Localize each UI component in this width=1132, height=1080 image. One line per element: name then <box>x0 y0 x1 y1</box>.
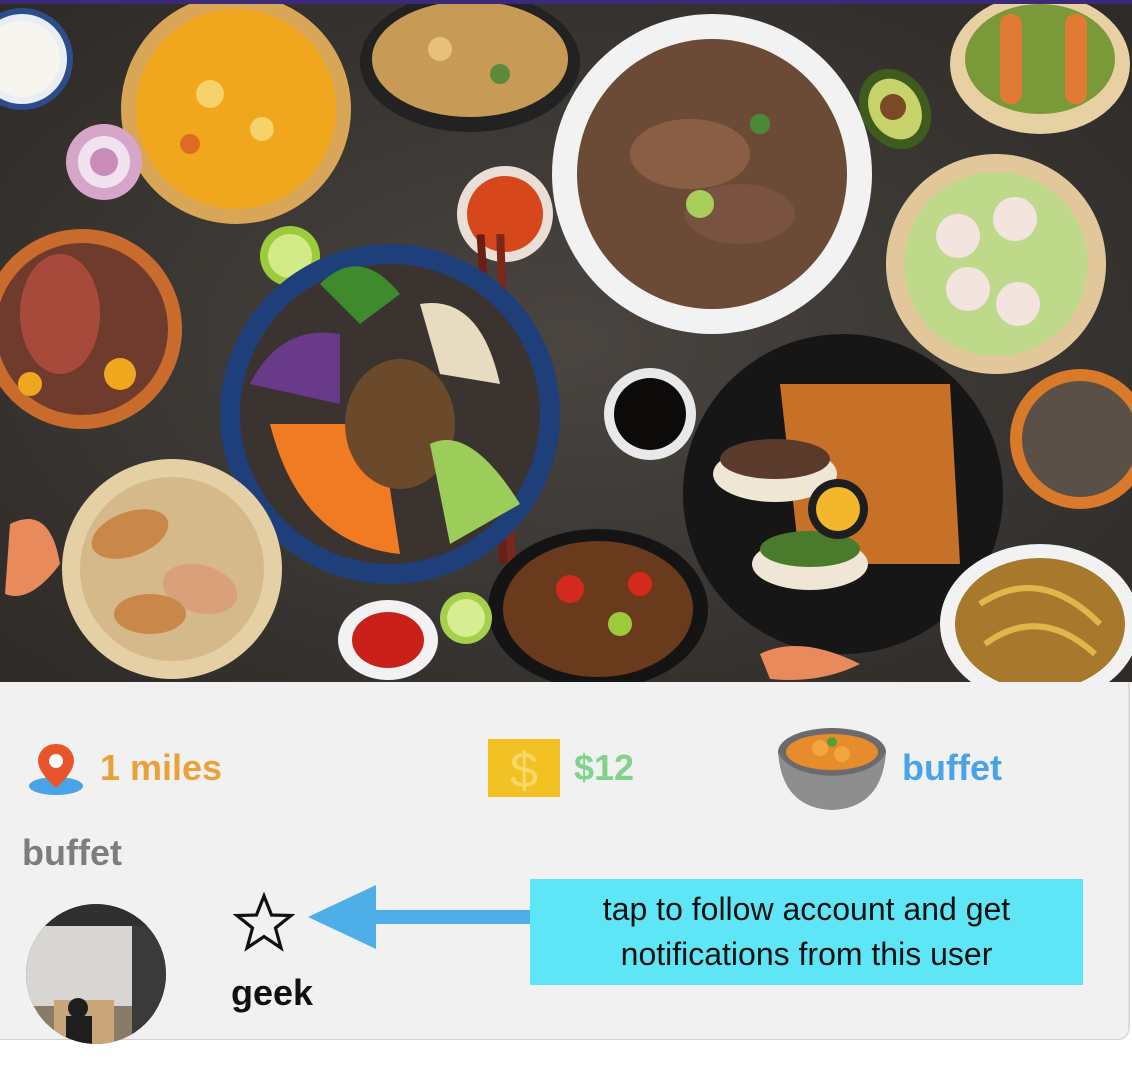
post-details-card: 1 miles $ $12 buffet buffet geek tap to … <box>0 682 1130 1044</box>
food-type-label: buffet <box>902 747 1002 788</box>
distance-label: 1 miles <box>100 747 223 788</box>
distance-stat: 1 miles <box>26 718 222 818</box>
user-avatar[interactable] <box>26 904 166 1044</box>
post-photo[interactable] <box>0 4 1132 682</box>
annotation-arrow <box>308 885 532 949</box>
svg-text:$: $ <box>510 742 538 798</box>
food-type-stat: buffet <box>776 718 1002 818</box>
soup-bowl-icon <box>778 728 886 810</box>
follow-star-icon[interactable] <box>233 892 295 954</box>
post-category: buffet <box>22 832 122 873</box>
price-stat: $ $12 <box>488 718 634 818</box>
food-photo-illustration <box>0 4 1132 682</box>
annotation-callout: tap to follow account and get notificati… <box>530 879 1083 985</box>
username[interactable]: geek <box>231 972 313 1014</box>
avatar-photo <box>26 904 166 1044</box>
map-pin-icon <box>29 744 83 795</box>
price-label: $12 <box>574 747 635 788</box>
dollar-icon: $ <box>488 739 560 798</box>
